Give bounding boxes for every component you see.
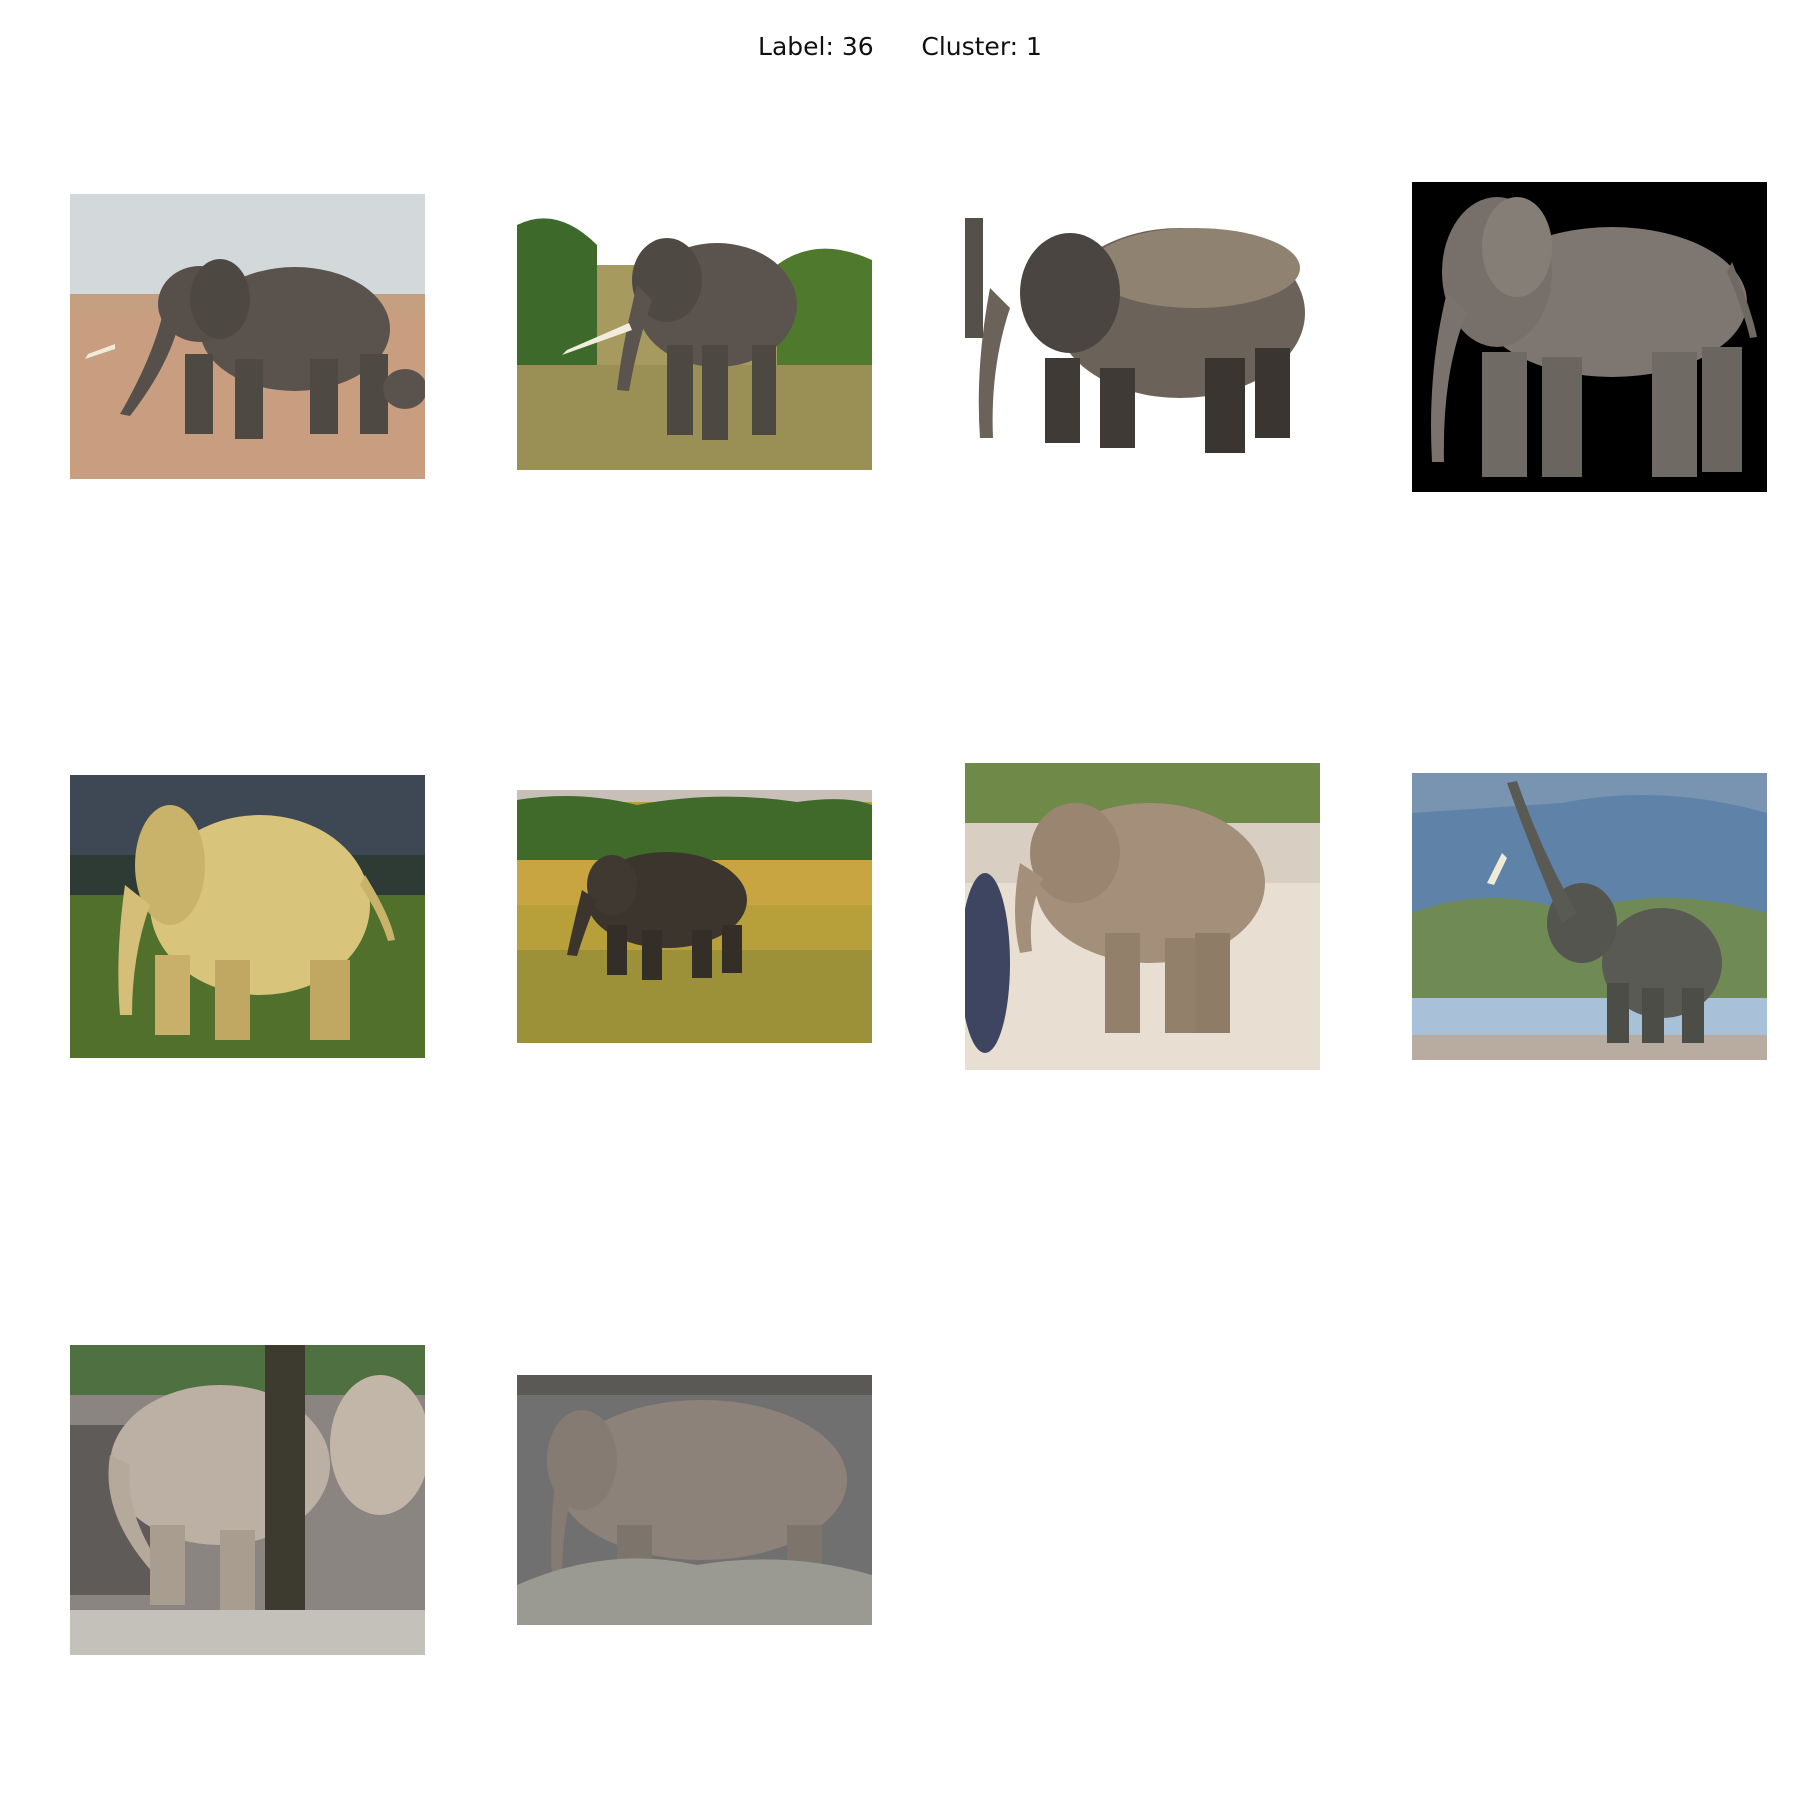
- image-tile-6: [517, 790, 872, 1043]
- cluster-text: Cluster: 1: [921, 32, 1042, 61]
- elephant-image: [70, 1345, 425, 1655]
- image-tile-1: [70, 194, 425, 479]
- elephant-image: [517, 1375, 872, 1625]
- image-tile-4: [1412, 182, 1767, 492]
- elephant-image: [517, 205, 872, 470]
- elephant-image: [965, 198, 1320, 473]
- image-tile-2: [517, 205, 872, 470]
- image-tile-9: [70, 1345, 425, 1655]
- figure-title: Label: 36 Cluster: 1: [0, 30, 1800, 64]
- elephant-image: [1412, 182, 1767, 492]
- elephant-image: [517, 790, 872, 1043]
- elephant-image: [1412, 773, 1767, 1060]
- image-tile-10: [517, 1375, 872, 1625]
- image-tile-3: [965, 198, 1320, 473]
- elephant-image: [70, 194, 425, 479]
- image-tile-8: [1412, 773, 1767, 1060]
- image-tile-5: [70, 775, 425, 1058]
- label-text: Label: 36: [758, 32, 874, 61]
- image-tile-7: [965, 763, 1320, 1070]
- elephant-image: [965, 763, 1320, 1070]
- elephant-image: [70, 775, 425, 1058]
